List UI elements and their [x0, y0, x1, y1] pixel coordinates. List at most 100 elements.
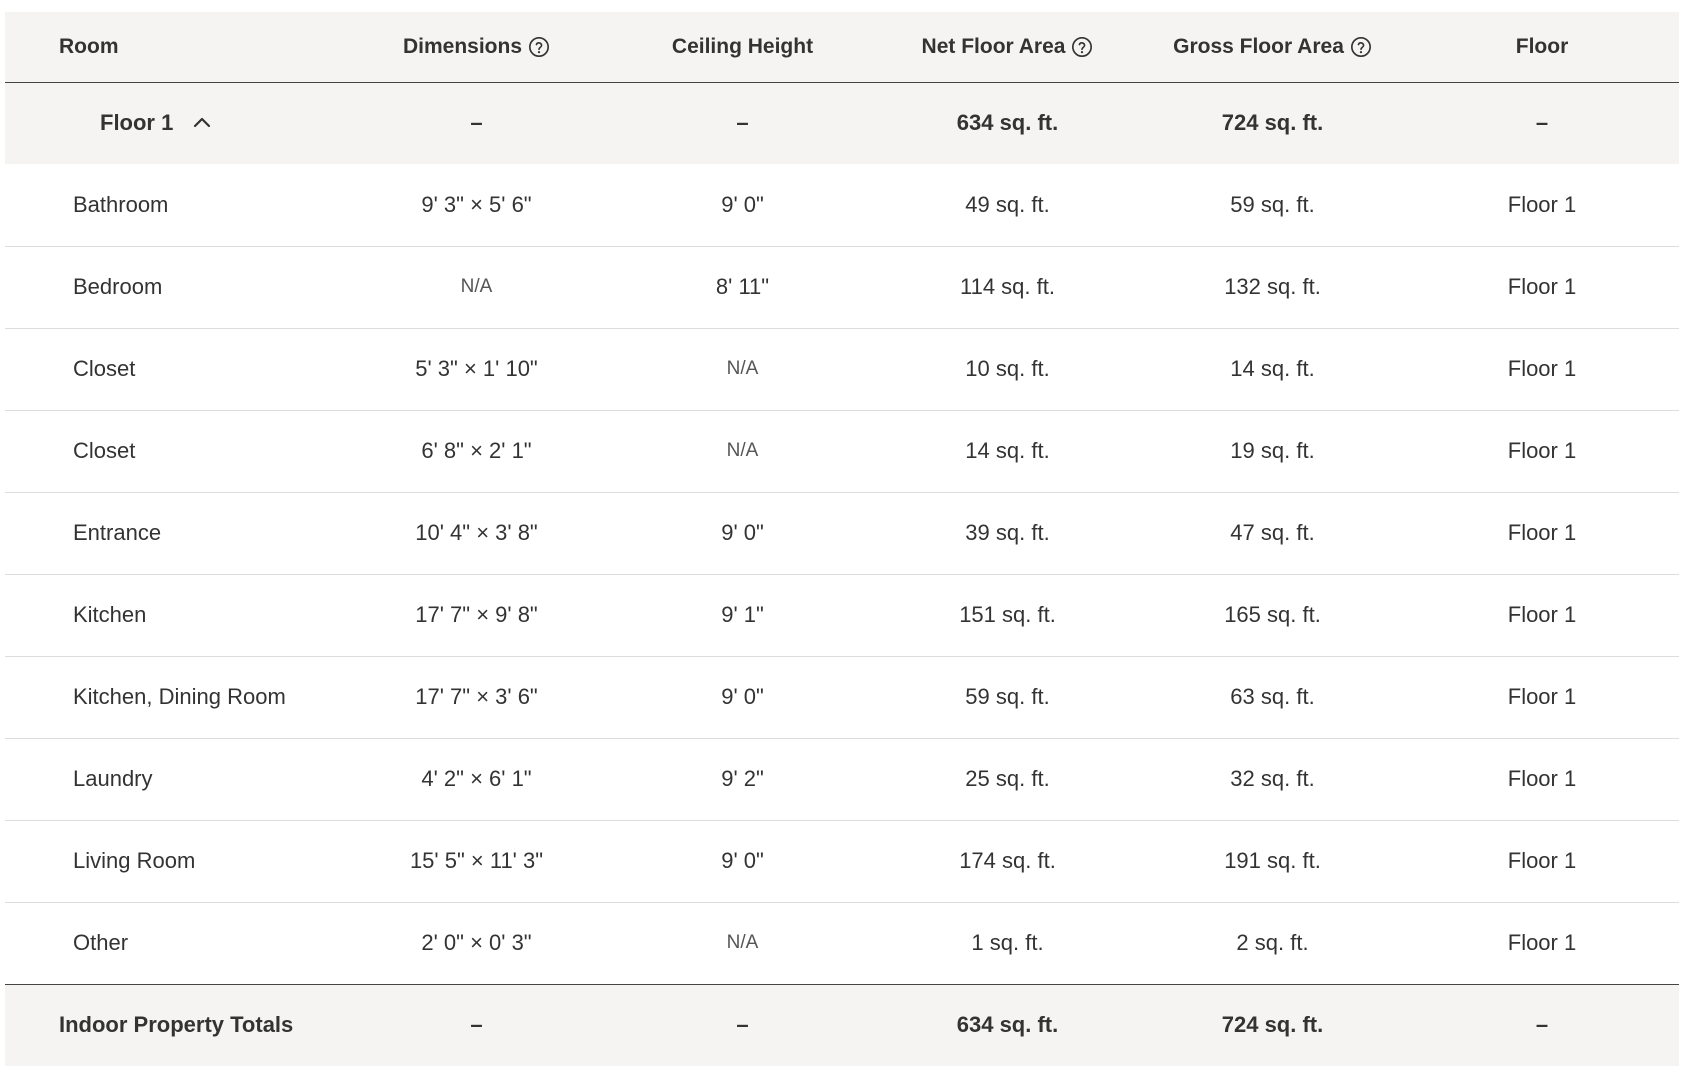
totals-dimensions: –	[470, 1012, 483, 1038]
room-name-cell: Bathroom	[73, 191, 169, 217]
dimensions-cell: N/A	[460, 276, 493, 297]
floor-cell: Floor 1	[1507, 356, 1577, 381]
floor-cell: Floor 1	[1507, 684, 1577, 709]
floor-cell: Floor 1	[1507, 602, 1577, 627]
net-floor-area-cell: 25 sq. ft.	[965, 766, 1050, 791]
room-rows: Bathroom 9' 3" × 5' 6" 9' 0" 49 sq. ft. 59 s…	[5, 164, 1679, 984]
header-net-floor-area: Net Floor Area	[875, 12, 1140, 82]
ceiling-height-cell: N/A	[726, 358, 759, 379]
header-row: Room Dimensions Ceiling Height Net Floor…	[5, 12, 1679, 82]
dimensions-cell: 15' 5" × 11' 3"	[409, 848, 544, 873]
ceiling-height-cell: 9' 0"	[721, 191, 764, 217]
dimensions-cell: 4' 2" × 6' 1"	[421, 766, 532, 791]
table-header: Room Dimensions Ceiling Height Net Floor…	[5, 12, 1679, 82]
room-name-cell: Kitchen, Dining Room	[73, 684, 286, 709]
dimensions-cell: 10' 4" × 3' 8"	[415, 520, 538, 545]
room-table-container: Room Dimensions Ceiling Height Net Floor…	[5, 12, 1679, 1066]
net-floor-area-cell: 39 sq. ft.	[965, 520, 1050, 545]
floor-cell: Floor 1	[1507, 274, 1577, 299]
floor-cell: Floor 1	[1507, 848, 1577, 873]
table-row: Kitchen, Dining Room 17' 7" × 3' 6" 9' 0" 5…	[5, 656, 1679, 738]
dimensions-cell: 9' 3" × 5' 6"	[421, 191, 532, 217]
gross-floor-area-cell: 165 sq. ft.	[1224, 602, 1321, 627]
ceiling-height-cell: 9' 2"	[721, 766, 764, 791]
gross-floor-area-cell: 19 sq. ft.	[1230, 438, 1315, 463]
ceiling-height-cell: 8' 11"	[715, 274, 770, 299]
gross-floor-area-cell: 32 sq. ft.	[1230, 766, 1315, 791]
ceiling-height-cell: N/A	[726, 932, 759, 953]
table-row: Laundry 4' 2" × 6' 1" 9' 2" 25 sq. ft. 32 sq…	[5, 738, 1679, 820]
table-footer: Indoor Property Totals – – 634 sq. ft. 7…	[5, 984, 1679, 1066]
net-floor-area-cell: 1 sq. ft.	[971, 930, 1044, 955]
gross-floor-area-cell: 2 sq. ft.	[1236, 930, 1309, 955]
ceiling-height-cell: 9' 0"	[721, 684, 764, 709]
table-body: Floor 1 – – 634 sq. ft. 724 sq. ft. –	[5, 82, 1679, 164]
help-circle-icon[interactable]	[1350, 36, 1372, 58]
gross-floor-area-cell: 132 sq. ft.	[1224, 274, 1321, 299]
floor-cell: Floor 1	[1507, 438, 1577, 463]
floor-group-toggle[interactable]: Floor 1	[5, 82, 343, 164]
gross-floor-area-cell: 14 sq. ft.	[1230, 356, 1315, 381]
table-row: Kitchen 17' 7" × 9' 8" 9' 1" 151 sq. ft. 165…	[5, 574, 1679, 656]
help-circle-icon[interactable]	[528, 36, 550, 58]
ceiling-height-cell: 9' 0"	[721, 520, 764, 545]
gross-floor-area-cell: 191 sq. ft.	[1224, 848, 1321, 873]
totals-floor: –	[1535, 1012, 1549, 1038]
group-gross-floor-area: 724 sq. ft.	[1221, 110, 1324, 136]
room-name-cell: Kitchen	[73, 602, 147, 627]
gross-floor-area-cell: 47 sq. ft.	[1230, 520, 1315, 545]
ceiling-height-cell: N/A	[726, 440, 759, 461]
net-floor-area-cell: 174 sq. ft.	[959, 848, 1056, 873]
totals-net-floor-area: 634 sq. ft.	[956, 1012, 1059, 1038]
dimensions-cell: 5' 3" × 1' 10"	[415, 356, 538, 381]
room-name-cell: Closet	[73, 438, 136, 463]
net-floor-area-cell: 151 sq. ft.	[959, 602, 1056, 627]
totals-ceiling-height: –	[736, 1012, 749, 1038]
group-dimensions: –	[470, 110, 483, 136]
help-circle-icon[interactable]	[1071, 36, 1093, 58]
dimensions-cell: 17' 7" × 9' 8"	[415, 602, 538, 627]
table-row: Entrance 10' 4" × 3' 8" 9' 0" 39 sq. ft. 47 …	[5, 492, 1679, 574]
dimensions-cell: 6' 8" × 2' 1"	[421, 438, 532, 463]
gross-floor-area-cell: 59 sq. ft.	[1230, 191, 1315, 217]
totals-label: Indoor Property Totals	[59, 1012, 294, 1038]
floor-cell: Floor 1	[1507, 766, 1577, 791]
room-name-cell: Bedroom	[73, 274, 163, 299]
floor-group-row[interactable]: Floor 1 – – 634 sq. ft. 724 sq. ft. –	[5, 82, 1679, 164]
header-gross-floor-area: Gross Floor Area	[1140, 12, 1405, 82]
ceiling-height-cell: 9' 0"	[721, 848, 764, 873]
net-floor-area-cell: 49 sq. ft.	[965, 191, 1050, 217]
floor-cell: Floor 1	[1507, 191, 1577, 217]
group-ceiling-height: –	[736, 110, 749, 136]
totals-gross-floor-area: 724 sq. ft.	[1221, 1012, 1324, 1038]
totals-row: Indoor Property Totals – – 634 sq. ft. 7…	[5, 984, 1679, 1066]
room-name-cell: Closet	[73, 356, 136, 381]
gross-floor-area-cell: 63 sq. ft.	[1230, 684, 1315, 709]
chevron-up-icon[interactable]	[193, 116, 211, 128]
dimensions-cell: 17' 7" × 3' 6"	[415, 684, 538, 709]
group-net-floor-area: 634 sq. ft.	[956, 110, 1059, 136]
net-floor-area-cell: 10 sq. ft.	[965, 356, 1050, 381]
ceiling-height-cell: 9' 1"	[721, 602, 764, 627]
room-name-cell: Living Room	[73, 848, 196, 873]
header-room: Room	[59, 34, 119, 58]
table-row: Closet 6' 8" × 2' 1" N/A 14 sq. ft. 19 sq. f…	[5, 410, 1679, 492]
header-floor: Floor	[1515, 34, 1569, 58]
table-row: Living Room 15' 5" × 11' 3" 9' 0" 174 sq. f…	[5, 820, 1679, 902]
room-dimensions-table: Room Dimensions Ceiling Height Net Floor…	[5, 12, 1679, 1066]
table-row: Other 2' 0" × 0' 3" N/A 1 sq. ft. 2 sq. ft. F…	[5, 902, 1679, 984]
table-row: Bedroom N/A 8' 11" 114 sq. ft. 132 sq. ft. Fl…	[5, 246, 1679, 328]
header-dimensions: Dimensions	[343, 12, 610, 82]
group-floor: –	[1535, 110, 1549, 136]
room-name-cell: Laundry	[73, 766, 153, 791]
table-row: Bathroom 9' 3" × 5' 6" 9' 0" 49 sq. ft. 59 s…	[5, 164, 1679, 246]
header-ceiling-height: Ceiling Height	[671, 34, 814, 58]
net-floor-area-cell: 59 sq. ft.	[965, 684, 1050, 709]
floor-cell: Floor 1	[1507, 930, 1577, 955]
net-floor-area-cell: 14 sq. ft.	[965, 438, 1050, 463]
room-name-cell: Entrance	[73, 520, 162, 545]
floor-cell: Floor 1	[1507, 520, 1577, 545]
net-floor-area-cell: 114 sq. ft.	[960, 274, 1055, 299]
dimensions-cell: 2' 0" × 0' 3"	[421, 930, 532, 955]
room-name-cell: Other	[73, 930, 129, 955]
